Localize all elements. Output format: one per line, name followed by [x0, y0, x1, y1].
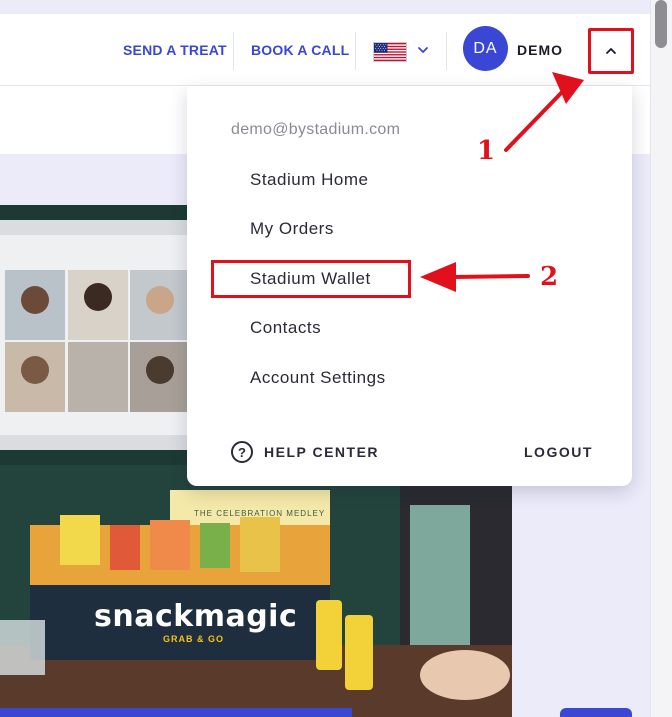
- hero-brand-subtext: GRAB & GO: [163, 634, 225, 644]
- help-icon: ?: [231, 441, 253, 463]
- page-background-strip: [0, 0, 650, 14]
- menu-item-account-settings[interactable]: Account Settings: [250, 368, 386, 388]
- user-avatar[interactable]: DA: [463, 26, 508, 71]
- menu-item-my-orders[interactable]: My Orders: [250, 219, 334, 239]
- nav-divider: [233, 32, 234, 70]
- account-email: demo@bystadium.com: [231, 121, 401, 138]
- bottom-accent-bar: [0, 708, 352, 717]
- menu-item-stadium-wallet[interactable]: Stadium Wallet: [250, 269, 371, 289]
- logout-button[interactable]: LOGOUT: [524, 444, 593, 460]
- annotation-step-2: 2: [540, 262, 559, 292]
- bottom-floating-button[interactable]: [560, 708, 632, 717]
- page-scrollbar-track[interactable]: [650, 0, 672, 717]
- send-a-treat-link[interactable]: SEND A TREAT: [123, 42, 227, 58]
- account-menu-toggle-button[interactable]: [588, 28, 634, 74]
- chevron-down-icon: [418, 47, 428, 53]
- locale-selector[interactable]: [373, 42, 433, 64]
- account-dropdown-menu: demo@bystadium.com Stadium Home My Order…: [187, 86, 632, 486]
- help-center-link[interactable]: ? HELP CENTER: [231, 441, 379, 463]
- annotation-step-1: 1: [477, 136, 496, 166]
- nav-divider: [355, 32, 356, 70]
- menu-item-stadium-home[interactable]: Stadium Home: [250, 170, 368, 190]
- book-a-call-link[interactable]: BOOK A CALL: [251, 42, 349, 58]
- hero-brand-text: snackmagic: [94, 599, 298, 634]
- menu-item-contacts[interactable]: Contacts: [250, 318, 321, 338]
- top-navbar: SEND A TREAT BOOK A CALL DA DEMO: [0, 14, 650, 86]
- user-name-label[interactable]: DEMO: [517, 42, 563, 58]
- us-flag-icon: [373, 42, 407, 62]
- page-scrollbar-thumb[interactable]: [655, 0, 667, 48]
- help-center-label: HELP CENTER: [264, 444, 380, 460]
- chevron-up-icon: [606, 48, 616, 54]
- nav-divider: [446, 32, 447, 70]
- hero-box-title: THE CELEBRATION MEDLEY: [194, 509, 326, 518]
